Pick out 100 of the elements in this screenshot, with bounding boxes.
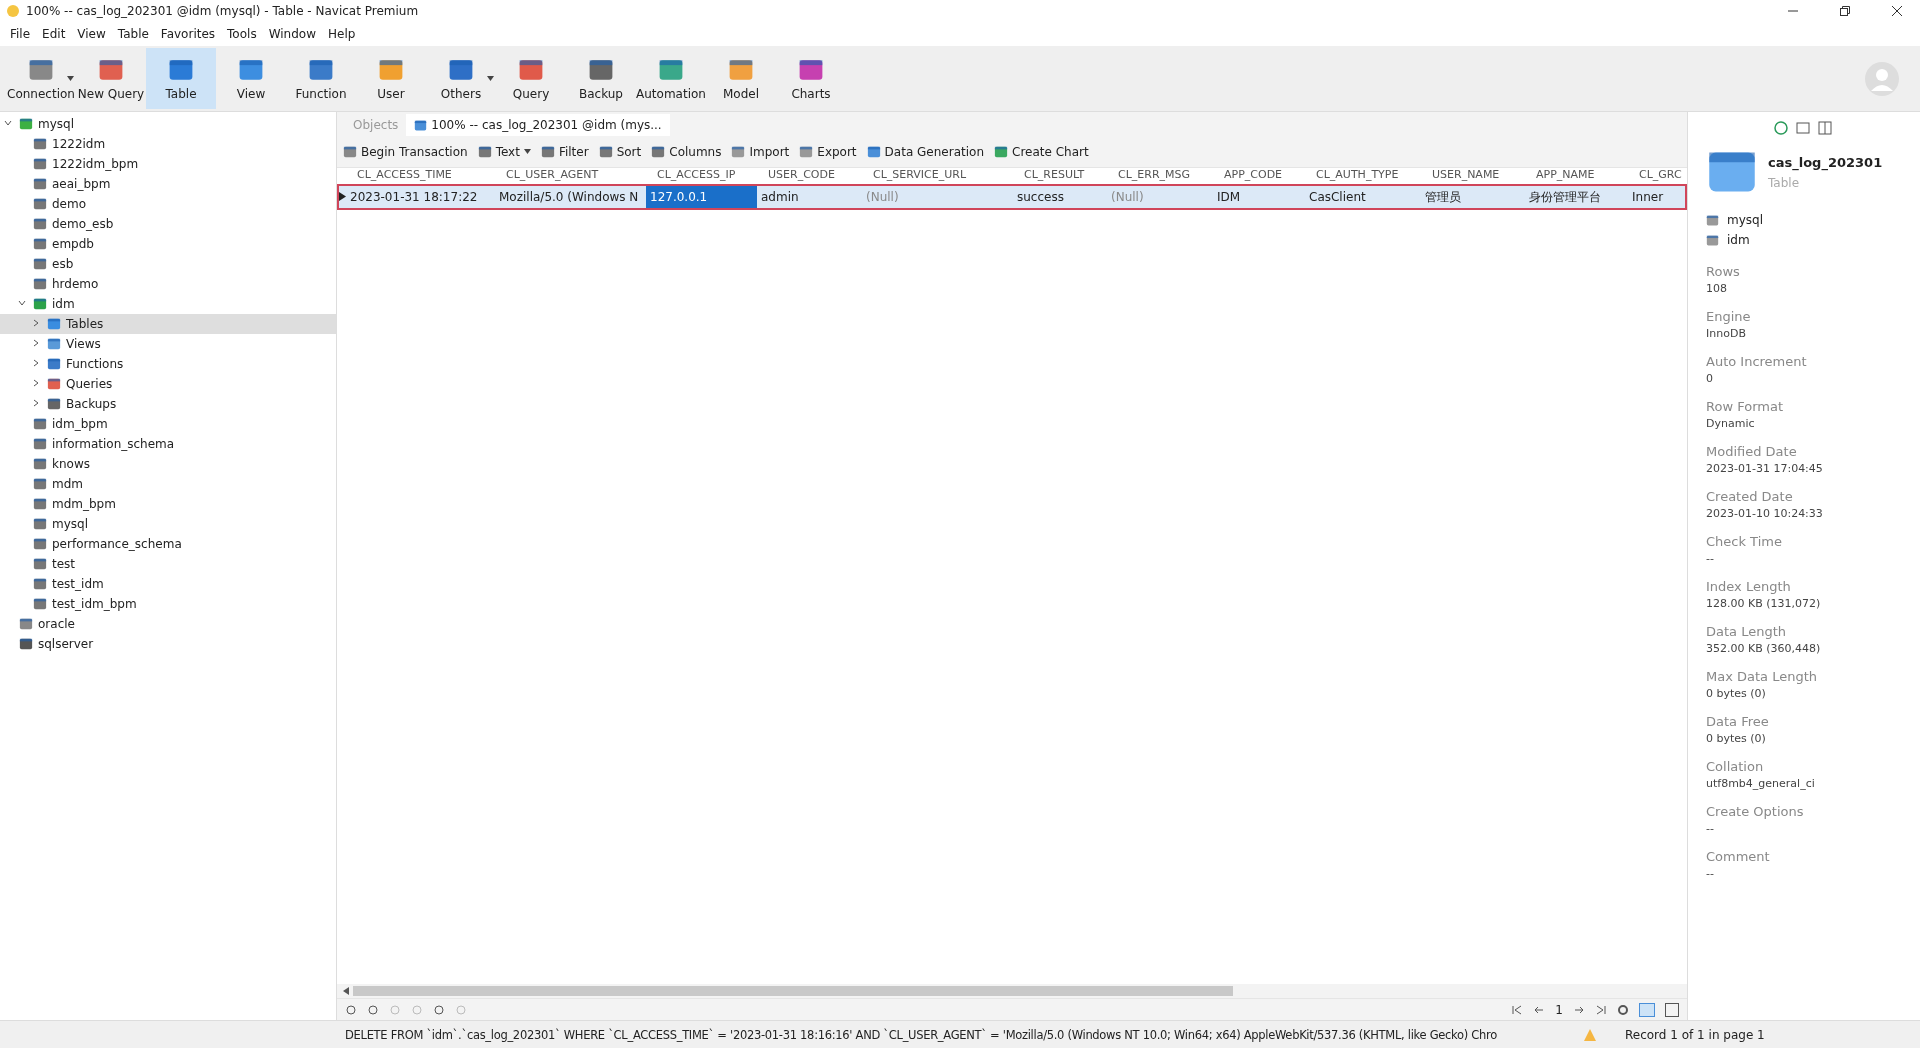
toolbar-button[interactable]: View <box>216 48 286 109</box>
table-cell[interactable]: 127.0.0.1 <box>646 186 757 208</box>
chevron-right-icon[interactable] <box>32 319 40 327</box>
table-cell[interactable]: Inner <box>1628 186 1687 208</box>
table-row[interactable]: 2023-01-31 18:17:22 Mozilla/5.0 (Windows N 127.0.0.1 admin (Null) success (Null) IDM CasClient 管理员 身份管理平台 Inner <box>339 186 1685 208</box>
tree-item[interactable]: aeai_bpm <box>0 174 336 194</box>
column-header[interactable]: CL_GRC <box>1635 168 1687 186</box>
column-header[interactable]: CL_SERVICE_URL <box>869 168 1020 186</box>
restore-icon[interactable] <box>1840 6 1850 16</box>
tree-item[interactable]: oracle <box>0 614 336 634</box>
toolbar-button[interactable]: Model <box>706 48 776 109</box>
table-cell[interactable]: CasClient <box>1305 186 1421 208</box>
column-header[interactable]: APP_NAME <box>1532 168 1635 186</box>
tree-item[interactable]: sqlserver <box>0 634 336 654</box>
toolbar-button[interactable]: Function <box>286 48 356 109</box>
chevron-right-icon[interactable] <box>32 399 40 407</box>
table-cell[interactable]: IDM <box>1213 186 1305 208</box>
first-page-icon[interactable] <box>1511 1003 1524 1016</box>
column-header[interactable]: CL_ERR_MSG <box>1114 168 1220 186</box>
scroll-left-icon[interactable] <box>343 987 349 995</box>
toolbar-button[interactable]: User <box>356 48 426 109</box>
tree-item[interactable]: information_schema <box>0 434 336 454</box>
tree-item[interactable]: Functions <box>0 354 336 374</box>
panel-icon[interactable] <box>1818 121 1832 135</box>
tree-item[interactable]: Tables <box>0 314 336 334</box>
column-header[interactable]: CL_AUTH_TYPE <box>1312 168 1428 186</box>
column-header[interactable]: CL_USER_AGENT <box>502 168 653 186</box>
tree-item[interactable]: empdb <box>0 234 336 254</box>
tree-item[interactable]: knows <box>0 454 336 474</box>
chevron-down-icon[interactable] <box>18 299 26 307</box>
column-header[interactable]: USER_NAME <box>1428 168 1532 186</box>
toolbar-button[interactable]: Table <box>146 48 216 109</box>
toolbar-button[interactable]: Query <box>496 48 566 109</box>
menu-item[interactable]: File <box>4 27 37 41</box>
toolbar-button[interactable]: Export <box>799 144 857 159</box>
table-cell[interactable]: 身份管理平台 <box>1525 186 1628 208</box>
tree-item[interactable]: mysql <box>0 514 336 534</box>
tree-item[interactable]: hrdemo <box>0 274 336 294</box>
chevron-right-icon[interactable] <box>32 339 40 347</box>
tree-item[interactable]: 1222idm_bpm <box>0 154 336 174</box>
toolbar-button[interactable]: Create Chart <box>994 144 1089 159</box>
tree-item[interactable]: Queries <box>0 374 336 394</box>
tree-item[interactable]: demo_esb <box>0 214 336 234</box>
table-cell[interactable]: 管理员 <box>1421 186 1525 208</box>
page-number[interactable]: 1 <box>1555 1002 1563 1017</box>
toolbar-button[interactable]: Sort <box>598 144 642 159</box>
tree-item[interactable]: Views <box>0 334 336 354</box>
menu-item[interactable]: Favorites <box>154 27 222 41</box>
toolbar-button[interactable]: Columns <box>651 144 722 159</box>
tree-item[interactable]: test_idm <box>0 574 336 594</box>
column-header[interactable]: CL_ACCESS_IP <box>653 168 764 186</box>
toolbar-button[interactable]: Filter <box>540 144 589 159</box>
tree-item[interactable]: mdm_bpm <box>0 494 336 514</box>
grid-view-icon[interactable] <box>1639 1002 1655 1017</box>
tree-item[interactable]: performance_schema <box>0 534 336 554</box>
toolbar-button[interactable]: Import <box>731 144 790 159</box>
toolbar-button[interactable]: Data Generation <box>866 144 984 159</box>
tree-item[interactable]: demo <box>0 194 336 214</box>
table-cell[interactable]: admin <box>757 186 862 208</box>
column-header[interactable]: APP_CODE <box>1220 168 1312 186</box>
column-header[interactable]: CL_ACCESS_TIME <box>353 168 502 186</box>
tree-item[interactable]: idm_bpm <box>0 414 336 434</box>
toolbar-button[interactable]: New Query <box>76 48 146 109</box>
last-page-icon[interactable] <box>1595 1003 1607 1016</box>
chevron-down-icon[interactable] <box>4 119 12 127</box>
tree-item[interactable]: esb <box>0 254 336 274</box>
tree-item[interactable]: mdm <box>0 474 336 494</box>
toolbar-button[interactable]: Others <box>426 48 496 109</box>
toolbar-button[interactable]: Begin Transaction <box>343 144 468 159</box>
toolbar-button[interactable]: Charts <box>776 48 846 109</box>
column-header[interactable]: USER_CODE <box>764 168 869 186</box>
scrollbar-thumb[interactable] <box>353 986 1233 996</box>
menu-item[interactable]: Help <box>321 27 362 41</box>
tree-item-label: test_idm <box>52 577 104 591</box>
table-cell[interactable]: Mozilla/5.0 (Windows N <box>495 186 646 208</box>
close-icon[interactable] <box>1892 6 1902 16</box>
tree-item[interactable]: test <box>0 554 336 574</box>
menu-item[interactable]: View <box>71 27 112 41</box>
toolbar-button[interactable]: Backup <box>566 48 636 109</box>
toolbar-button[interactable]: Connection <box>6 48 76 109</box>
tree-item[interactable]: idm <box>0 294 336 314</box>
caret-icon[interactable] <box>523 149 531 154</box>
toolbar-button[interactable]: Automation <box>636 48 706 109</box>
menu-item[interactable]: Table <box>111 27 155 41</box>
tab[interactable]: 100% -- cas_log_202301 @idm (mys... <box>406 114 670 136</box>
caret-icon[interactable] <box>67 76 74 81</box>
tree-item[interactable]: Backups <box>0 394 336 414</box>
caret-icon[interactable] <box>487 76 494 81</box>
chevron-right-icon[interactable] <box>32 359 40 367</box>
menu-item[interactable]: Tools <box>221 27 263 41</box>
tree-item[interactable]: mysql <box>0 114 336 134</box>
table-cell[interactable]: success <box>1013 186 1107 208</box>
toolbar-button[interactable]: Text <box>477 144 531 159</box>
menu-item[interactable]: Edit <box>36 27 72 41</box>
column-header[interactable]: CL_RESULT <box>1020 168 1114 186</box>
chevron-right-icon[interactable] <box>32 379 40 387</box>
tree-item[interactable]: 1222idm <box>0 134 336 154</box>
tree-item[interactable]: test_idm_bpm <box>0 594 336 614</box>
menu-item[interactable]: Window <box>262 27 322 41</box>
table-cell[interactable]: 2023-01-31 18:17:22 <box>346 186 495 208</box>
